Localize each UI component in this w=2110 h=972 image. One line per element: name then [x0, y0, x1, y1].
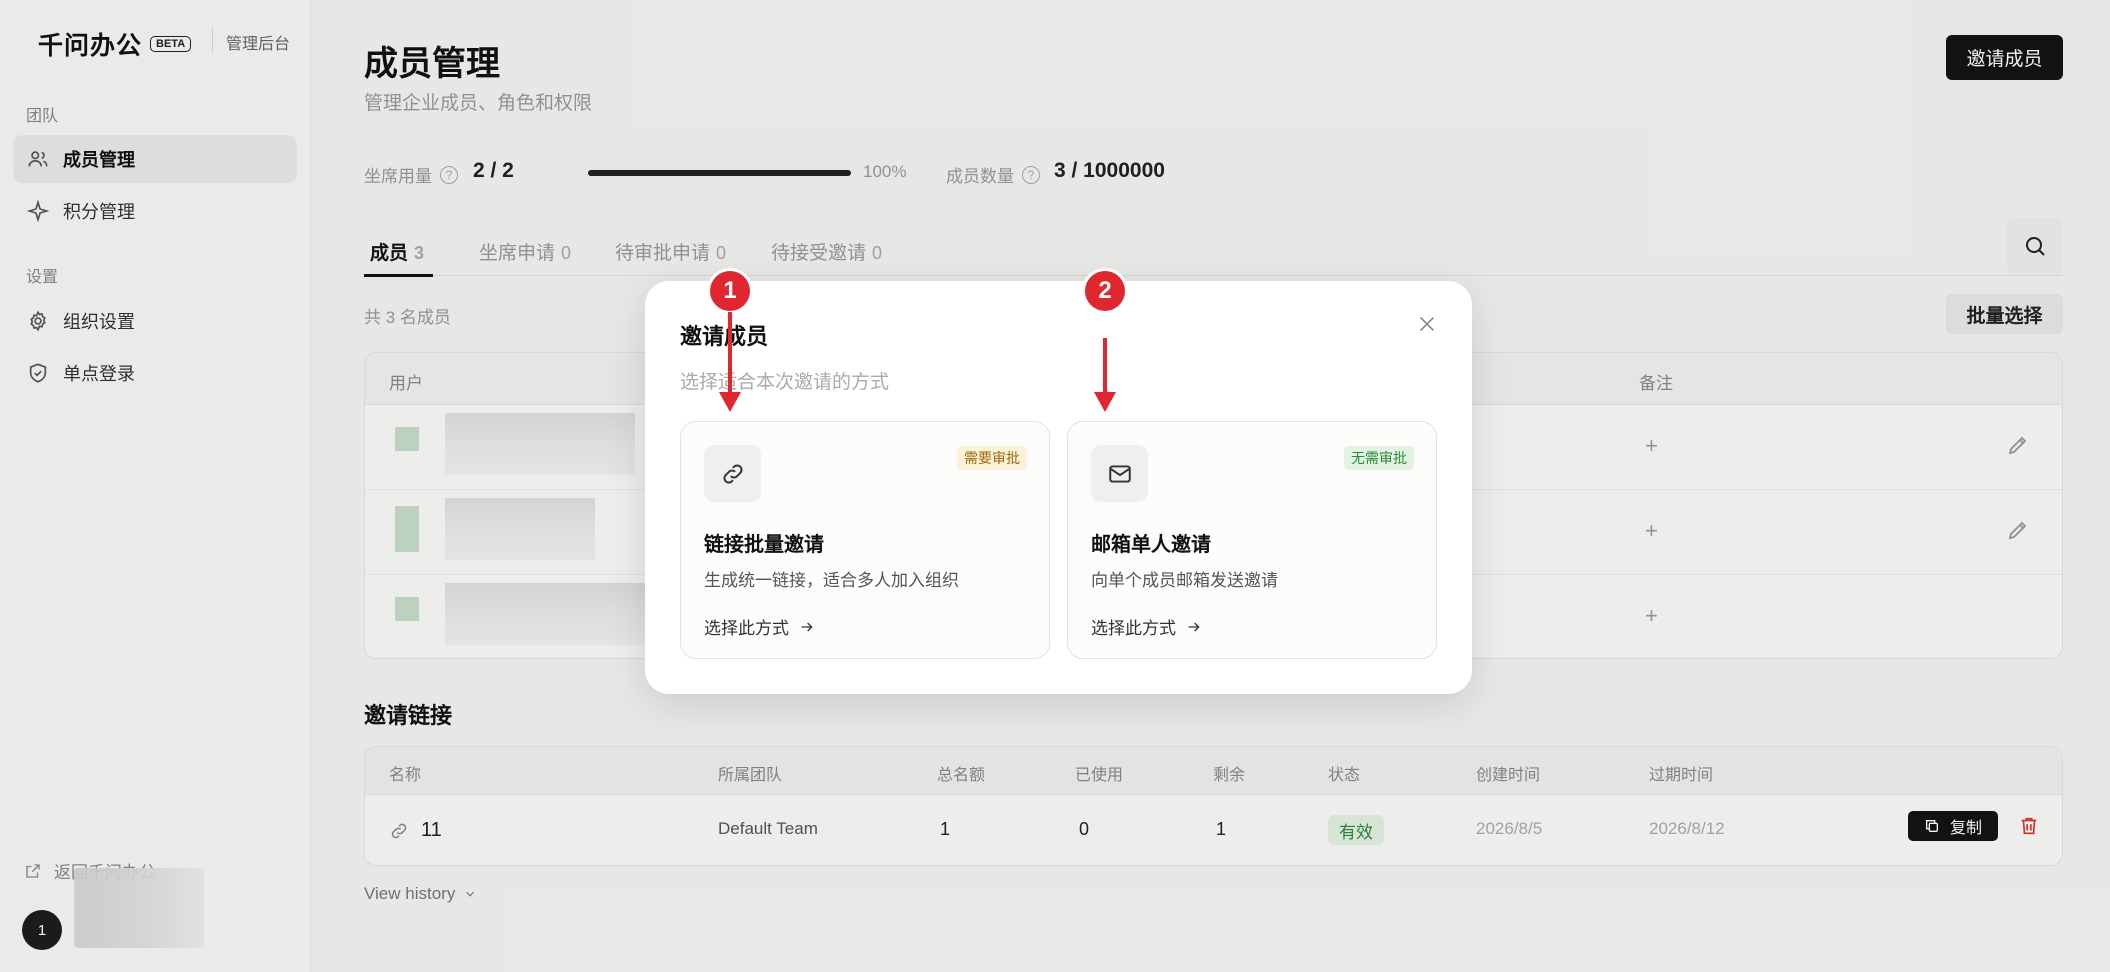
select-method-label: 选择此方式 [1091, 619, 1176, 638]
modal-title: 邀请成员 [680, 324, 769, 349]
annotation-arrow-head-1 [719, 392, 741, 412]
approval-required-badge: 需要审批 [957, 446, 1027, 470]
arrow-right-icon [801, 622, 813, 631]
select-method-link[interactable]: 选择此方式 [704, 614, 815, 639]
annotation-arrow-2 [1103, 338, 1107, 394]
annotation-marker-1: 1 [710, 271, 750, 311]
select-method-link[interactable]: 选择此方式 [1091, 614, 1202, 639]
modal-subtitle: 选择适合本次邀请的方式 [680, 372, 890, 393]
close-icon [1419, 316, 1435, 332]
annotation-arrow-head-2 [1094, 392, 1116, 412]
arrow-right-icon [1188, 622, 1200, 631]
link-icon [704, 445, 761, 502]
mail-icon [1091, 445, 1148, 502]
close-button[interactable] [1416, 313, 1438, 335]
no-approval-badge: 无需审批 [1344, 446, 1414, 470]
option-link-batch-invite[interactable]: 需要审批 链接批量邀请 生成统一链接，适合多人加入组织 选择此方式 [680, 421, 1050, 659]
option-email-single-invite[interactable]: 无需审批 邮箱单人邀请 向单个成员邮箱发送邀请 选择此方式 [1067, 421, 1437, 659]
option-title: 链接批量邀请 [704, 534, 824, 556]
annotation-marker-2: 2 [1085, 271, 1125, 311]
option-title: 邮箱单人邀请 [1091, 534, 1211, 556]
option-description: 生成统一链接，适合多人加入组织 [704, 571, 959, 590]
option-description: 向单个成员邮箱发送邀请 [1091, 571, 1278, 590]
invite-modal: 邀请成员 选择适合本次邀请的方式 需要审批 链接批量邀请 生成统一链接，适合多人… [645, 281, 1472, 694]
select-method-label: 选择此方式 [704, 619, 789, 638]
annotation-arrow-1 [728, 312, 732, 394]
